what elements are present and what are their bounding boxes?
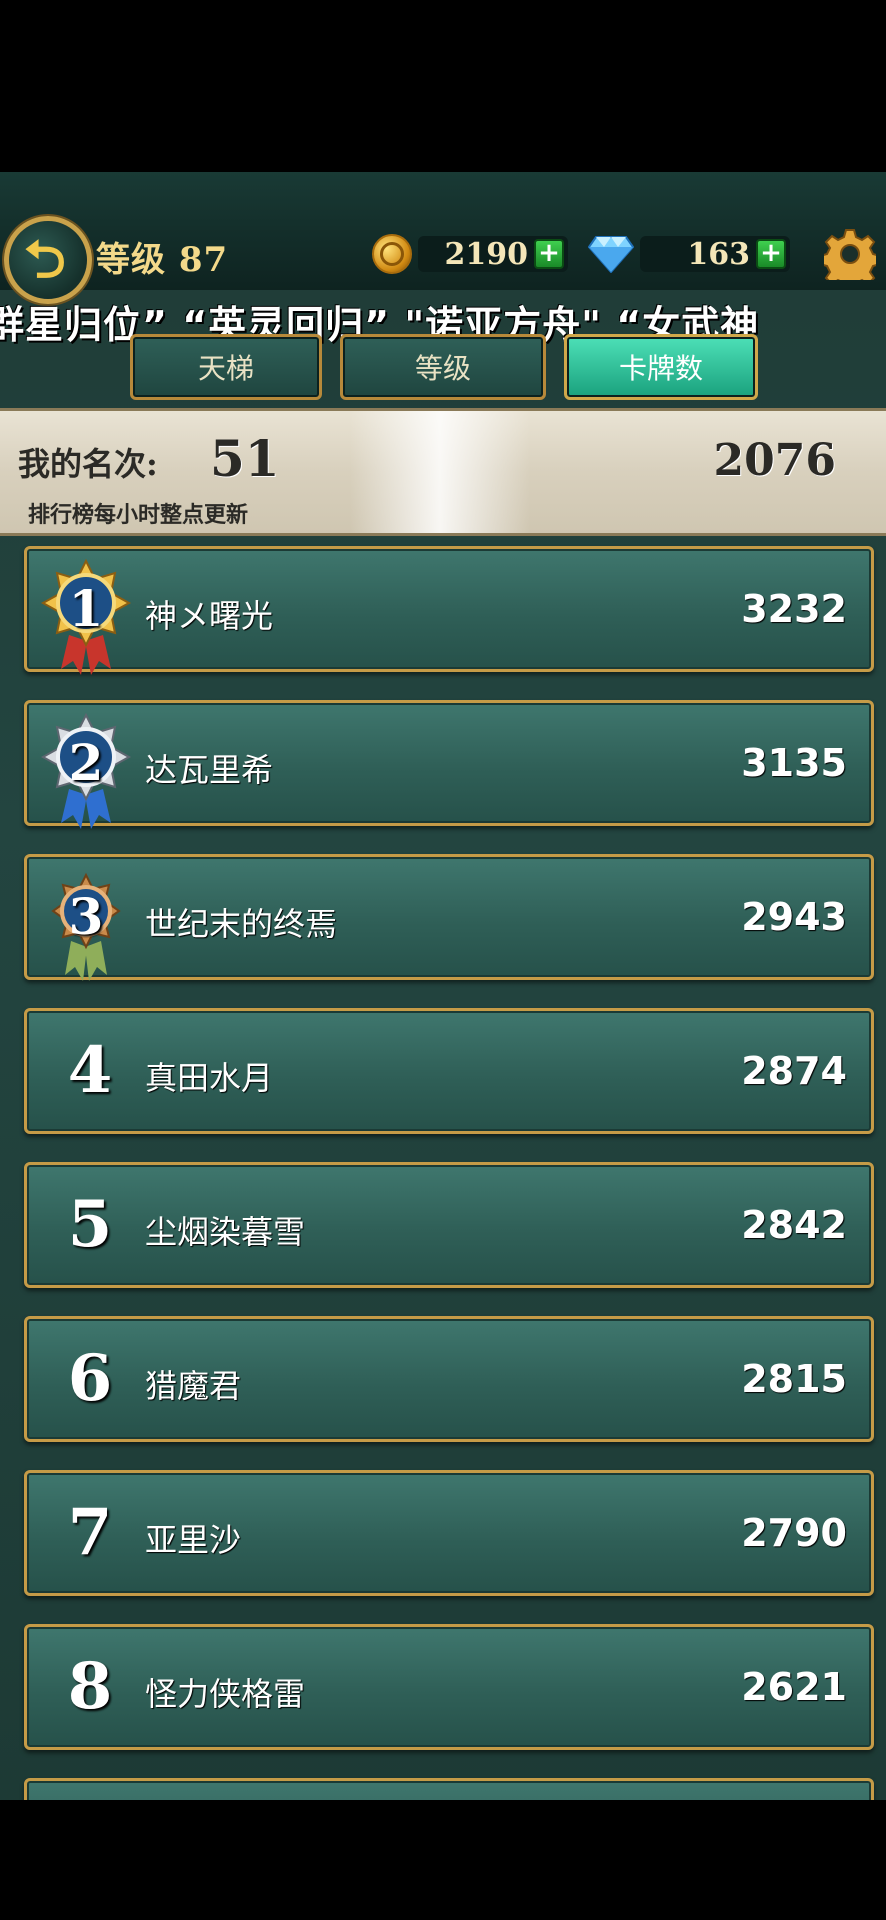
leaderboard-row[interactable]: 5 尘烟染暮雪 2842 bbox=[24, 1162, 874, 1288]
gem-value: 163 bbox=[687, 236, 750, 272]
gem-counter: 163 + bbox=[588, 234, 790, 274]
back-arrow-icon: ⮌ bbox=[24, 230, 66, 290]
status-bar-area bbox=[0, 0, 886, 172]
navigation-bar-area bbox=[0, 1800, 886, 1920]
leaderboard-row[interactable]: 6 猎魔君 2815 bbox=[24, 1316, 874, 1442]
update-note: 排行榜每小时整点更新 bbox=[28, 502, 249, 528]
rank-number: 4 bbox=[67, 1033, 113, 1108]
tab-label: 天梯 bbox=[197, 352, 254, 385]
coin-counter: 2190 + bbox=[372, 234, 568, 274]
player-name: 亚里沙 bbox=[145, 1521, 242, 1559]
top-bar: ⮌ 等级 87 2190 + 163 + 群星归位” “英灵回归” "诺亚方舟"… bbox=[0, 172, 886, 344]
leaderboard-row[interactable]: 7 亚里沙 2790 bbox=[24, 1470, 874, 1596]
player-name: 真田水月 bbox=[145, 1059, 274, 1097]
leaderboard-row[interactable]: 1 神メ曙光 3232 bbox=[24, 546, 874, 675]
leaderboard-row[interactable]: 4 真田水月 2874 bbox=[24, 1008, 874, 1134]
add-gems-button[interactable]: + bbox=[756, 239, 786, 269]
player-score: 2842 bbox=[741, 1203, 847, 1247]
player-name: 怪力侠格雷 bbox=[145, 1675, 306, 1713]
my-rank-value: 51 bbox=[210, 429, 280, 488]
tab-level[interactable]: 等级 bbox=[340, 334, 546, 400]
player-score: 2621 bbox=[741, 1665, 847, 1709]
rank-number: 8 bbox=[67, 1649, 113, 1724]
tab-ladder[interactable]: 天梯 bbox=[130, 334, 322, 400]
player-name: 世纪末的终焉 bbox=[145, 905, 338, 943]
rank-number: 6 bbox=[67, 1341, 113, 1416]
my-rank-label: 我的名次: bbox=[18, 445, 158, 483]
leaderboard-row[interactable]: 3 世纪末的终焉 2943 bbox=[24, 854, 874, 981]
rank-number: 5 bbox=[67, 1187, 113, 1262]
coin-box: 2190 + bbox=[418, 236, 568, 272]
rank-number: 3 bbox=[68, 887, 104, 946]
player-name: 达瓦里希 bbox=[145, 751, 274, 789]
diamond-icon bbox=[588, 234, 634, 274]
my-score-value: 2076 bbox=[713, 435, 836, 486]
tab-label: 卡牌数 bbox=[618, 352, 703, 385]
rank-number: 7 bbox=[67, 1495, 113, 1570]
leaderboard-row-partial[interactable] bbox=[24, 1778, 874, 1800]
player-name: 尘烟染暮雪 bbox=[145, 1213, 306, 1251]
player-name: 猎魔君 bbox=[145, 1367, 242, 1405]
leaderboard-row[interactable]: 8 怪力侠格雷 2621 bbox=[24, 1624, 874, 1750]
my-rank-banner: 我的名次: 51 2076 排行榜每小时整点更新 bbox=[0, 408, 886, 536]
player-score: 3135 bbox=[741, 741, 847, 785]
player-score: 3232 bbox=[741, 587, 847, 631]
player-score: 2874 bbox=[741, 1049, 847, 1093]
player-name: 神メ曙光 bbox=[145, 597, 274, 635]
gear-icon[interactable] bbox=[819, 228, 881, 291]
leaderboard-screen: ⮌ 等级 87 2190 + 163 + 群星归位” “英灵回归” "诺亚方舟"… bbox=[0, 172, 886, 1800]
gem-box: 163 + bbox=[640, 236, 790, 272]
rank-number: 1 bbox=[68, 579, 104, 638]
player-score: 2943 bbox=[741, 895, 847, 939]
gold-medal-icon: 1 bbox=[31, 557, 141, 677]
bronze-medal-icon: 3 bbox=[31, 865, 141, 985]
player-level: 等级 87 bbox=[96, 240, 229, 280]
add-coins-button[interactable]: + bbox=[534, 239, 564, 269]
coin-value: 2190 bbox=[444, 236, 529, 272]
rank-number: 2 bbox=[68, 733, 104, 792]
player-score: 2815 bbox=[741, 1357, 847, 1401]
tab-card-count[interactable]: 卡牌数 bbox=[564, 334, 758, 400]
silver-medal-icon: 2 bbox=[31, 711, 141, 831]
coin-icon bbox=[372, 234, 412, 274]
tab-label: 等级 bbox=[414, 352, 471, 385]
player-score: 2790 bbox=[741, 1511, 847, 1555]
leaderboard-row[interactable]: 2 达瓦里希 3135 bbox=[24, 700, 874, 829]
